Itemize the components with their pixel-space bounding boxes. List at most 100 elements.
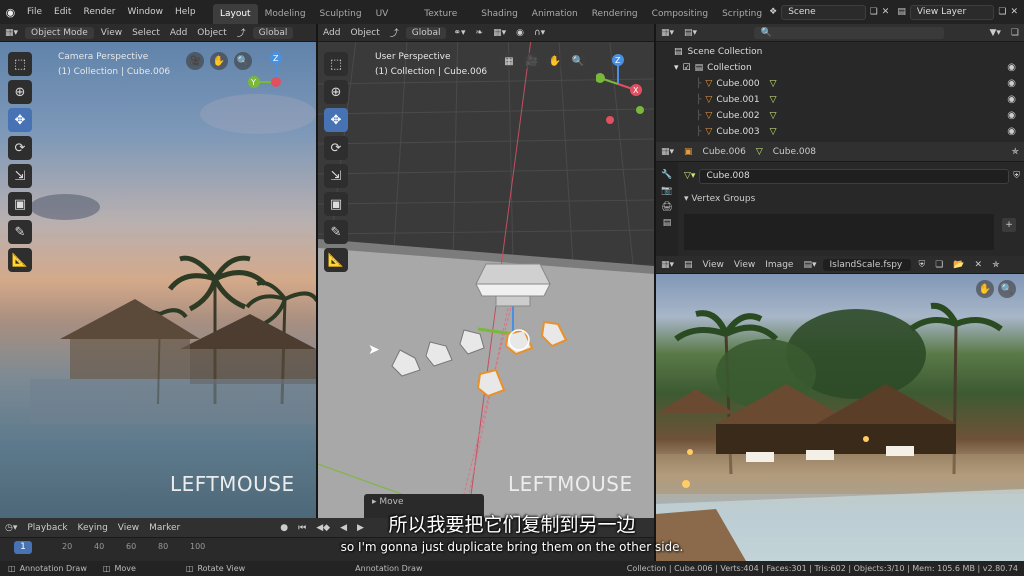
tab-modeling[interactable]: Modeling: [258, 4, 313, 24]
expand-chevron-icon[interactable]: ▾: [674, 60, 679, 76]
display-mode-icon[interactable]: ▤▾: [679, 28, 702, 38]
view-layer-selector[interactable]: View Layer: [909, 4, 995, 20]
menu-file[interactable]: File: [21, 0, 48, 24]
mode-dropdown[interactable]: Object Mode: [25, 26, 94, 39]
transform-icon[interactable]: ▣: [8, 192, 32, 216]
image-name-field[interactable]: IslandScale.fspy: [823, 258, 912, 271]
marker-menu[interactable]: Marker: [144, 523, 185, 533]
render-tab-icon[interactable]: 📷: [656, 186, 678, 196]
filter-icon[interactable]: ▼▾: [984, 28, 1005, 38]
editor-type-icon[interactable]: ▦▾: [656, 147, 679, 157]
rotate-icon[interactable]: ⟳: [324, 136, 348, 160]
falloff-icon[interactable]: ∩▾: [529, 28, 550, 38]
pan-hand-icon[interactable]: ✋: [546, 52, 564, 70]
outliner-item[interactable]: ├ ▽ Cube.001 ▽ ◉: [674, 92, 1024, 108]
scene-collection-row[interactable]: ▤ Scene Collection: [674, 44, 1024, 60]
rotate-icon[interactable]: ⟳: [8, 136, 32, 160]
tab-layout[interactable]: Layout: [212, 4, 258, 24]
image-browse-icon[interactable]: ▤▾: [798, 260, 821, 270]
image-menu[interactable]: Image: [760, 260, 798, 270]
orientation-icon[interactable]: ⤴: [232, 26, 251, 39]
zoom-icon[interactable]: 🔍: [569, 52, 587, 70]
scene-selector[interactable]: Scene: [781, 4, 866, 20]
menu-window[interactable]: Window: [122, 0, 170, 24]
menu-edit[interactable]: Edit: [48, 0, 77, 24]
center-viewport[interactable]: Add Object ⤴ Global ⚭▾ ❧ ▦▾ ◉ ∩▾ ⬚ ⊕ ✥ ⟳…: [318, 24, 654, 518]
view-layer-icon[interactable]: ▤: [897, 7, 906, 17]
snap-dropdown-icon[interactable]: ▦▾: [488, 28, 511, 38]
new-collection-icon[interactable]: ❏: [1006, 28, 1024, 38]
annotate-icon[interactable]: ✎: [324, 220, 348, 244]
outliner-item[interactable]: ├ ▽ Cube.003 ▽ ◉: [674, 124, 1024, 140]
playback-menu[interactable]: Playback: [22, 523, 72, 533]
navigation-gizmo[interactable]: Z X: [596, 54, 652, 124]
tab-texture-paint[interactable]: Texture Paint: [417, 4, 474, 39]
outliner-item[interactable]: ├ ▽ Cube.002 ▽ ◉: [674, 108, 1024, 124]
orientation-dropdown[interactable]: Global: [405, 26, 447, 39]
proportional-icon[interactable]: ◉: [511, 28, 529, 38]
view-dropdown[interactable]: View: [698, 260, 729, 270]
close-image-icon[interactable]: ✕: [970, 260, 988, 270]
editor-type-icon[interactable]: ▦▾: [656, 260, 679, 270]
move-icon[interactable]: ✥: [324, 108, 348, 132]
cursor-icon[interactable]: ⊕: [324, 80, 348, 104]
outliner-item[interactable]: ├ ▽ Cube.000 ▽ ◉: [674, 76, 1024, 92]
mesh-data-icon[interactable]: ▽: [770, 124, 777, 140]
record-icon[interactable]: ●: [275, 523, 293, 533]
tab-shading[interactable]: Shading: [474, 4, 525, 24]
mesh-data-icon[interactable]: ▽: [770, 108, 777, 124]
add-vertex-group-button[interactable]: +: [1002, 218, 1016, 232]
transform-icon[interactable]: ▣: [324, 192, 348, 216]
scene-icon[interactable]: ❖: [769, 7, 777, 17]
grid-view-icon[interactable]: ▦: [500, 52, 518, 70]
blender-logo-icon[interactable]: ◉: [0, 6, 21, 19]
view-mode-icon[interactable]: ▤: [679, 260, 698, 270]
eye-icon[interactable]: ◉: [1007, 108, 1016, 124]
fake-user-icon[interactable]: ⛨: [913, 260, 930, 270]
tool-tab-icon[interactable]: 🔧: [656, 170, 678, 180]
add-menu[interactable]: Add: [318, 28, 345, 38]
navigation-gizmo[interactable]: Z Y: [246, 52, 306, 112]
menu-render[interactable]: Render: [77, 0, 121, 24]
pan-hand-icon[interactable]: ✋: [976, 280, 994, 298]
orientation-dropdown[interactable]: Global: [252, 26, 294, 39]
scale-icon[interactable]: ⇲: [324, 164, 348, 188]
camera-view-icon[interactable]: 🎥: [186, 52, 204, 70]
checkbox-icon[interactable]: ☑: [683, 60, 691, 76]
orientation-icon[interactable]: ⤴: [385, 26, 404, 39]
vertex-groups-list[interactable]: [684, 214, 994, 250]
tab-rendering[interactable]: Rendering: [585, 4, 645, 24]
collection-row[interactable]: ▾ ☑ ▤ Collection ◉: [674, 60, 1024, 76]
annotate-icon[interactable]: ✎: [8, 220, 32, 244]
vertex-groups-panel[interactable]: ▾ Vertex Groups: [684, 194, 755, 204]
object-menu[interactable]: Object: [192, 28, 231, 38]
add-menu[interactable]: Add: [165, 28, 192, 38]
tab-uv-editing[interactable]: UV Editing: [369, 4, 418, 39]
eye-icon[interactable]: ◉: [1007, 76, 1016, 92]
tab-animation[interactable]: Animation: [525, 4, 585, 24]
new-layer-icon[interactable]: ❏: [998, 7, 1006, 17]
snap-icon[interactable]: ❧: [471, 28, 489, 38]
tab-scripting[interactable]: Scripting: [715, 4, 769, 24]
view-menu[interactable]: View: [729, 260, 760, 270]
pivot-icon[interactable]: ⚭▾: [448, 28, 470, 38]
output-tab-icon[interactable]: 🖨: [656, 202, 678, 212]
object-menu[interactable]: Object: [345, 28, 384, 38]
menu-help[interactable]: Help: [169, 0, 202, 24]
editor-type-icon[interactable]: ▦▾: [656, 28, 679, 38]
editor-type-icon[interactable]: ◷▾: [0, 523, 22, 533]
camera-view-icon[interactable]: 🎥: [523, 52, 541, 70]
select-box-icon[interactable]: ⬚: [8, 52, 32, 76]
close-layer-icon[interactable]: ✕: [1010, 7, 1018, 17]
panel-collapse-icon[interactable]: ▸: [372, 497, 377, 507]
editor-type-icon[interactable]: ▦▾: [0, 28, 23, 38]
measure-icon[interactable]: 📐: [324, 248, 348, 272]
select-menu[interactable]: Select: [127, 28, 165, 38]
mesh-data-icon[interactable]: ▽: [770, 76, 777, 92]
scale-icon[interactable]: ⇲: [8, 164, 32, 188]
view-layer-tab-icon[interactable]: ▤: [656, 218, 678, 228]
eye-icon[interactable]: ◉: [1007, 60, 1016, 76]
left-viewport[interactable]: ▦▾ Object Mode View Select Add Object ⤴ …: [0, 24, 316, 518]
panel-expand-icon[interactable]: ▾: [684, 194, 689, 204]
open-image-icon[interactable]: 📂: [948, 260, 969, 270]
